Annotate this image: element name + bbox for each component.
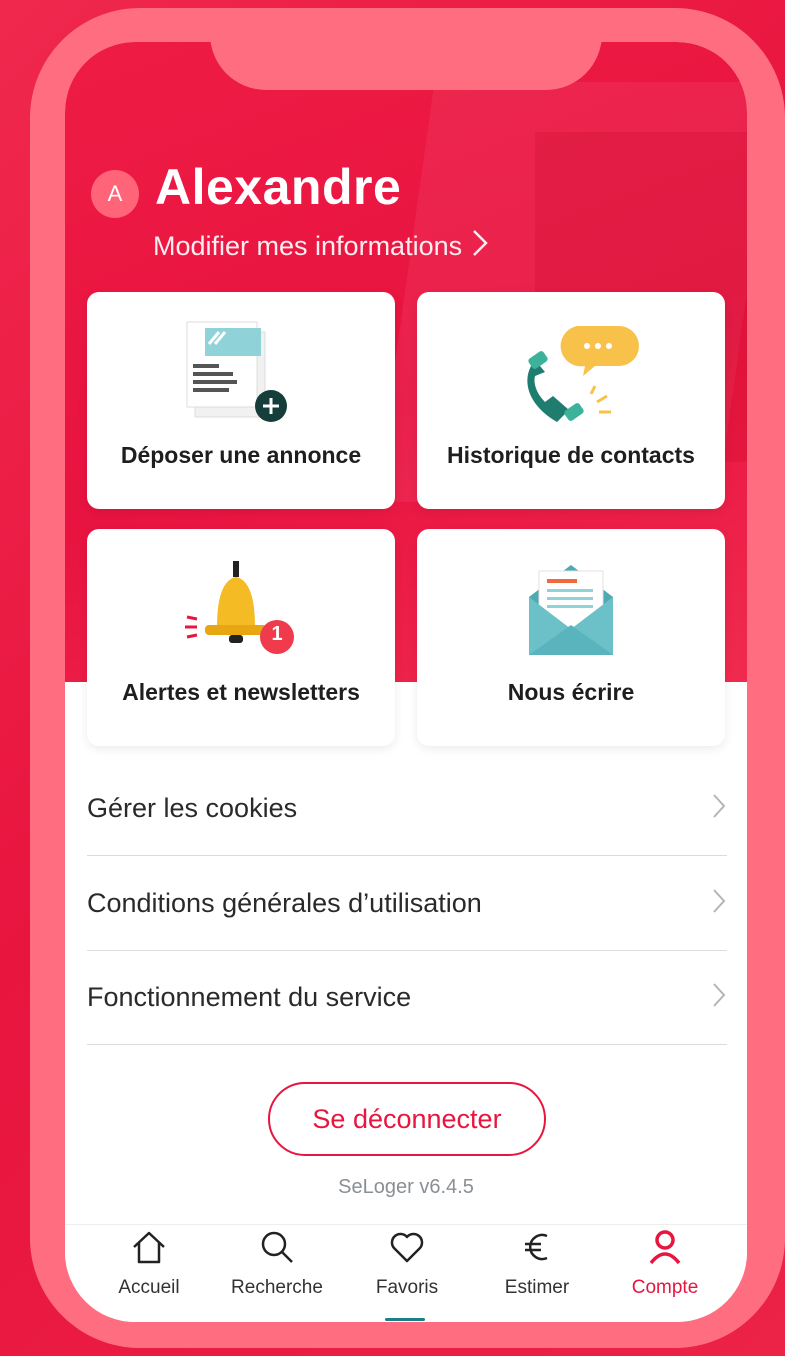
tab-label: Accueil — [118, 1277, 180, 1298]
tab-label: Compte — [631, 1277, 699, 1298]
tile-write-to-us[interactable]: Nous écrire — [417, 529, 725, 746]
tab-indicator — [385, 1318, 425, 1321]
tab-favoris[interactable]: Favoris — [339, 1225, 475, 1322]
app-version: SeLoger v6.4.5 — [338, 1176, 474, 1198]
chevron-right-icon — [470, 228, 490, 265]
tab-compte[interactable]: Compte — [597, 1225, 733, 1322]
menu-item-label: Fonctionnement du service — [87, 982, 412, 1012]
edit-profile-label: Modifier mes informations — [153, 231, 463, 261]
chevron-right-icon — [711, 792, 727, 825]
tab-label: Recherche — [231, 1277, 323, 1298]
tile-label: Historique de contacts — [447, 442, 695, 468]
user-name: Alexandre — [155, 159, 402, 215]
tile-post-ad[interactable]: Déposer une annonce — [87, 292, 395, 509]
phone-notch — [210, 42, 602, 90]
bell-icon: 1 — [87, 557, 395, 667]
menu-item-terms[interactable]: Conditions générales d’utilisation — [87, 857, 727, 951]
envelope-icon — [417, 557, 725, 667]
phone-screen: A Alexandre Modifier mes informations Dé… — [65, 42, 747, 1322]
tab-label: Favoris — [375, 1277, 439, 1298]
menu-item-label: Gérer les cookies — [87, 793, 298, 823]
menu-item-label: Conditions générales d’utilisation — [87, 888, 482, 918]
tile-contact-history[interactable]: Historique de contacts — [417, 292, 725, 509]
user-icon — [645, 1227, 685, 1267]
chevron-right-icon — [711, 981, 727, 1014]
menu-item-cookies[interactable]: Gérer les cookies — [87, 762, 727, 856]
logout-button[interactable]: Se déconnecter — [268, 1082, 546, 1156]
alert-count-badge: 1 — [271, 623, 283, 645]
edit-profile-link[interactable]: Modifier mes informations — [153, 228, 490, 265]
euro-icon — [517, 1227, 557, 1267]
phone-chat-icon — [417, 320, 725, 430]
tab-label: Estimer — [504, 1277, 570, 1298]
newspaper-add-icon — [87, 320, 395, 430]
avatar: A — [91, 170, 139, 218]
tile-label: Alertes et newsletters — [122, 679, 360, 705]
search-icon — [257, 1227, 297, 1267]
bottom-tab-bar: Accueil Recherche Favoris Estimer Compte — [65, 1224, 747, 1322]
tab-estimer[interactable]: Estimer — [469, 1225, 605, 1322]
home-icon — [129, 1227, 169, 1267]
tile-alerts-newsletters[interactable]: 1 Alertes et newsletters — [87, 529, 395, 746]
tab-accueil[interactable]: Accueil — [81, 1225, 217, 1322]
chevron-right-icon — [711, 887, 727, 920]
heart-icon — [387, 1227, 427, 1267]
menu-item-how-it-works[interactable]: Fonctionnement du service — [87, 951, 727, 1045]
tile-label: Déposer une annonce — [120, 442, 362, 468]
tab-recherche[interactable]: Recherche — [209, 1225, 345, 1322]
tile-label: Nous écrire — [507, 679, 635, 705]
